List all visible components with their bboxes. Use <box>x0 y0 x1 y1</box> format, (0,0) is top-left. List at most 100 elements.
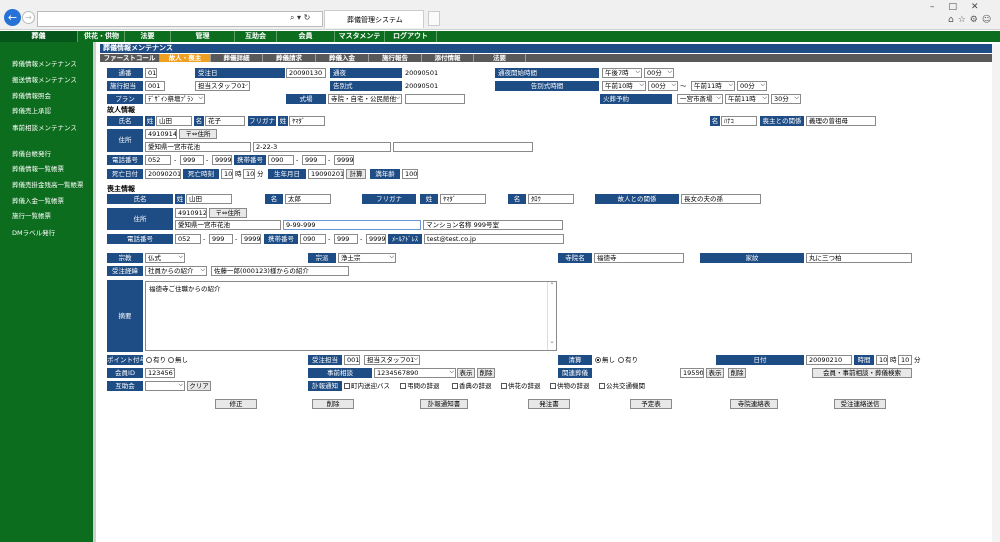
seisan-yes-radio[interactable]: 有り <box>618 355 638 365</box>
kokubetsu-to-hour[interactable]: 午前11時 <box>691 81 735 91</box>
moshu-tel1-field[interactable]: 052 <box>175 234 201 244</box>
sidebar-item-nyukin[interactable]: 葬儀入金一覧帳票 <box>12 195 64 205</box>
check-kumotsu[interactable]: 供物の辞退 <box>550 381 590 391</box>
kojin-death-min-field[interactable]: 10 <box>243 169 255 179</box>
checkbox-icon[interactable] <box>501 383 507 389</box>
memo-scrollbar[interactable]: ⌃ ⌄ <box>547 282 556 350</box>
kojin-death-hour-field[interactable]: 10 <box>221 169 233 179</box>
kaso-min-select[interactable]: 30分 <box>771 94 801 104</box>
search-member-button[interactable]: 会員・事前相談・葬儀検索 <box>812 368 912 378</box>
kojin-address3-field[interactable] <box>393 142 533 152</box>
kojin-tel3-field[interactable]: 9999 <box>212 155 232 165</box>
kojin-relation-field[interactable]: 義理の曾祖母 <box>806 116 876 126</box>
nav-item-houyou[interactable]: 法要 <box>125 31 171 42</box>
window-controls-icon[interactable]: –□✕ <box>930 2 993 12</box>
kaso-place-select[interactable]: 一宮市斎場 <box>677 94 723 104</box>
sidebar-item-sougi-maint[interactable]: 葬儀情報メンテナンス <box>12 58 77 68</box>
kojin-age-field[interactable]: 100 <box>402 169 418 179</box>
calc-age-button[interactable]: 計算 <box>346 169 366 179</box>
sidebar-item-uriage[interactable]: 葬儀売上承認 <box>12 105 51 115</box>
seko-staff-select[interactable]: 担当スタッフ01 <box>195 81 250 91</box>
order-print-button[interactable]: 発注書 <box>528 399 570 409</box>
tab-sougi-nyukin[interactable]: 葬儀入金 <box>316 54 369 62</box>
kojin-address2-field[interactable]: 2-22-3 <box>253 142 391 152</box>
jizen-delete-button[interactable]: 削除 <box>477 368 495 378</box>
back-arrow-icon[interactable]: ← <box>4 9 21 26</box>
moshu-address1-field[interactable]: 愛知県一宮市花池 <box>175 220 281 230</box>
sidebar-item-urikake[interactable]: 葬儀売掛金残高一覧帳票 <box>12 179 84 189</box>
time-min-field[interactable]: 10 <box>898 355 912 365</box>
kojin-kana-sei-field[interactable]: ﾔﾏﾀﾞ <box>289 116 325 126</box>
nav-item-gojokai[interactable]: 互助会 <box>235 31 277 42</box>
moshu-address3-field[interactable]: マンション名称 999号室 <box>423 220 563 230</box>
moshu-mobile2-field[interactable]: 999 <box>334 234 358 244</box>
checkbox-icon[interactable] <box>550 383 556 389</box>
check-koukyo[interactable]: 公共交通機関 <box>599 381 645 391</box>
shuha-select[interactable]: 浄土宗 <box>338 253 396 263</box>
check-bus[interactable]: 町内送迎バス <box>344 381 390 391</box>
clear-button[interactable]: クリア <box>187 381 211 391</box>
tsuya-minute-select[interactable]: 00分 <box>644 68 674 78</box>
jizen-show-button[interactable]: 表示 <box>457 368 475 378</box>
moshu-sei-field[interactable]: 山田 <box>186 194 232 204</box>
new-tab-button[interactable] <box>428 11 440 26</box>
radio-icon[interactable] <box>146 357 152 363</box>
browser-tab[interactable]: 葬儀管理システム <box>324 10 424 28</box>
schedule-print-button[interactable]: 予定表 <box>630 399 672 409</box>
checkbox-icon[interactable] <box>344 383 350 389</box>
kojin-mobile1-field[interactable]: 090 <box>268 155 294 165</box>
address-controls[interactable]: ⌕ ▾ ↻ <box>290 13 310 23</box>
no-field[interactable]: 01 <box>145 68 157 78</box>
forward-arrow-icon[interactable]: → <box>22 11 35 24</box>
jizen-select[interactable]: 1234567890 <box>374 368 456 378</box>
browser-toolbar-icon[interactable]: ⌂☆⚙☺ <box>948 15 995 25</box>
keii-select[interactable]: 社員からの紹介 <box>145 266 207 276</box>
kojin-zip-lookup-button[interactable]: 〒⇔住所 <box>179 129 217 139</box>
kojin-mobile2-field[interactable]: 999 <box>302 155 326 165</box>
kojin-birth-field[interactable]: 19090201 <box>308 169 344 179</box>
time-hour-field[interactable]: 10 <box>876 355 888 365</box>
moshu-mobile1-field[interactable]: 090 <box>300 234 326 244</box>
moshu-address2-field[interactable]: 9-99-999 <box>283 220 421 230</box>
kojin-tel1-field[interactable]: 052 <box>145 155 171 165</box>
tsuya-hour-select[interactable]: 午後7時 <box>602 68 642 78</box>
tab-seko-houkoku[interactable]: 施行報告 <box>369 54 422 62</box>
point-yes-radio[interactable]: 有り <box>146 355 166 365</box>
keii-note-field[interactable]: 佐藤一郎(000123)様からの紹介 <box>211 266 349 276</box>
update-button[interactable]: 修正 <box>215 399 257 409</box>
shukyo-select[interactable]: 仏式 <box>145 253 185 263</box>
kojin-mei-field[interactable]: 花子 <box>205 116 245 126</box>
moshu-relation-field[interactable]: 長女の夫の孫 <box>681 194 761 204</box>
checkbox-icon[interactable] <box>400 383 406 389</box>
tsuya-date[interactable]: 20090501 <box>405 68 438 78</box>
uketan-staff-select[interactable]: 担当スタッフ01 <box>364 355 420 365</box>
kojin-sei-field[interactable]: 山田 <box>156 116 192 126</box>
kokubetsu-from-min[interactable]: 00分 <box>648 81 678 91</box>
checkbox-icon[interactable] <box>599 383 605 389</box>
tab-sougi-seikyu[interactable]: 葬儀請求 <box>263 54 316 62</box>
delete-button[interactable]: 削除 <box>312 399 354 409</box>
sidebar-item-daicho[interactable]: 葬儀台帳発行 <box>12 148 51 158</box>
kojin-kana-mei-field[interactable]: ﾊﾅｺ <box>721 116 757 126</box>
nav-item-kanri[interactable]: 管理 <box>171 31 235 42</box>
jiin-contact-button[interactable]: 寺院連絡表 <box>730 399 778 409</box>
checkbox-icon[interactable] <box>452 383 458 389</box>
tab-first-call[interactable]: ファーストコール <box>100 54 160 62</box>
sidebar-item-jizen[interactable]: 事前相談メンテナンス <box>12 122 77 132</box>
plan-select[interactable]: ﾃﾞｻﾞｲﾝ祭壇ﾌﾟﾗﾝ <box>145 94 205 104</box>
gojo-select[interactable] <box>145 381 185 391</box>
check-kyouka[interactable]: 供花の辞退 <box>501 381 541 391</box>
nav-item-master[interactable]: マスタメンテ <box>335 31 385 42</box>
kanren-select[interactable]: 1955030103 <box>680 368 704 378</box>
send-order-button[interactable]: 受注連絡送信 <box>834 399 886 409</box>
address-bar[interactable] <box>37 11 323 27</box>
kanren-delete-button[interactable]: 削除 <box>728 368 746 378</box>
moshu-mei-field[interactable]: 太郎 <box>285 194 331 204</box>
nav-item-kyouka[interactable]: 供花・供物 <box>79 31 125 42</box>
moshu-mobile3-field[interactable]: 9999 <box>366 234 386 244</box>
tab-kojin-moshu[interactable]: 故人・喪主 <box>160 54 211 62</box>
moshu-zip-lookup-button[interactable]: 〒⇔住所 <box>209 208 247 218</box>
kamon-field[interactable]: 丸に三つ柏 <box>806 253 912 263</box>
point-no-radio[interactable]: 無し <box>168 355 188 365</box>
moshu-mail-field[interactable]: test@test.co.jp <box>424 234 564 244</box>
